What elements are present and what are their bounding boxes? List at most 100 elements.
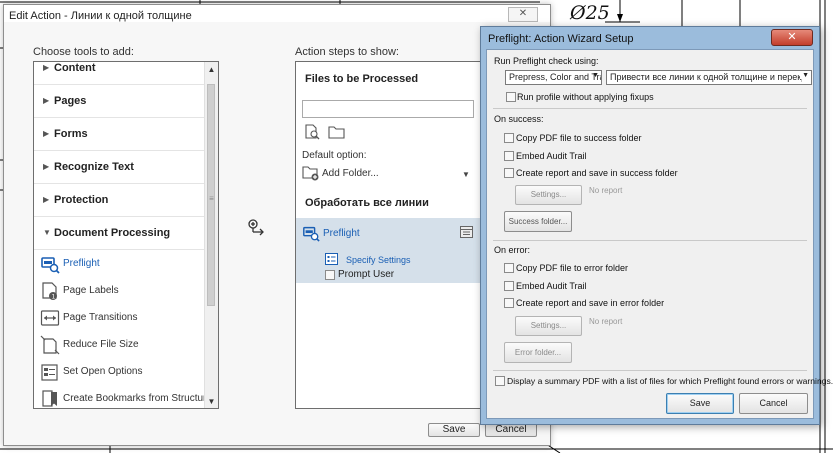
close-button[interactable]: ✕ — [508, 7, 538, 22]
success-audit-label: Embed Audit Trail — [516, 151, 587, 161]
error-no-report-label: No report — [589, 317, 623, 326]
action-step-preflight[interactable]: Preflight Specify Settings Prompt User — [296, 218, 483, 283]
success-report-label: Create report and save in success folder — [516, 168, 678, 178]
category-protection[interactable]: ▶ Protection — [34, 185, 206, 217]
separator — [493, 108, 807, 109]
expand-arrow-icon: ▶ — [43, 96, 50, 105]
tools-scrollbar[interactable]: ▲ ≡ ▼ — [204, 62, 218, 408]
specify-settings-link[interactable]: Specify Settings — [346, 255, 411, 265]
error-copy-checkbox[interactable] — [504, 263, 514, 273]
add-folder-dropdown[interactable]: Add Folder... — [322, 168, 379, 179]
folder-icon[interactable] — [328, 125, 345, 139]
add-folder-icon — [302, 166, 319, 181]
steps-label: Action steps to show: — [295, 46, 399, 58]
cancel-button[interactable]: Cancel — [739, 393, 808, 414]
separator — [493, 240, 807, 241]
error-folder-button[interactable]: Error folder... — [504, 342, 572, 363]
tool-label: Set Open Options — [63, 366, 143, 377]
on-error-label: On error: — [494, 245, 531, 255]
specify-settings-icon — [325, 253, 338, 265]
edit-action-window: Edit Action - Линии к одной толщине ✕ Ch… — [3, 4, 551, 446]
preflight-icon — [303, 226, 320, 242]
collapse-arrow-icon: ▼ — [43, 228, 51, 237]
tools-label: Choose tools to add: — [33, 46, 134, 58]
profile-name-value: Привести все линии к одной толщине и пер… — [610, 72, 802, 82]
error-copy-label: Copy PDF file to error folder — [516, 263, 629, 273]
profile-name-select[interactable]: Привести все линии к одной толщине и пер… — [606, 70, 812, 85]
add-files-icon[interactable] — [304, 124, 320, 140]
error-report-label: Create report and save in error folder — [516, 298, 665, 308]
page-transitions-icon — [40, 310, 60, 326]
expand-arrow-icon: ▶ — [43, 129, 50, 138]
display-summary-checkbox[interactable] — [495, 376, 505, 386]
tool-create-bookmarks[interactable]: Create Bookmarks from Structure — [40, 387, 212, 408]
step-options-icon[interactable] — [460, 226, 473, 238]
page-labels-icon: 1 — [42, 282, 57, 301]
run-without-fixups-label: Run profile without applying fixups — [517, 92, 654, 102]
tool-label: Create Bookmarks from Structure — [63, 393, 212, 404]
dropdown-arrow-icon: ▼ — [592, 72, 599, 79]
default-option-label: Default option: — [302, 150, 367, 161]
save-button[interactable]: Save — [666, 393, 734, 414]
category-label: Content — [54, 62, 96, 74]
error-audit-checkbox[interactable] — [504, 281, 514, 291]
category-pages[interactable]: ▶ Pages — [34, 86, 206, 118]
display-summary-label: Display a summary PDF with a list of fil… — [507, 376, 833, 386]
tool-label: Page Labels — [63, 285, 119, 296]
dropdown-arrow-icon[interactable]: ▼ — [462, 170, 470, 179]
run-without-fixups-checkbox[interactable] — [506, 92, 516, 102]
prompt-user-checkbox[interactable] — [325, 270, 335, 280]
dropdown-arrow-icon: ▼ — [800, 72, 809, 79]
action-step-label: Preflight — [323, 228, 360, 239]
action-steps-list: Files to be Processed Default option: Ad… — [295, 61, 484, 409]
group-title: Обработать все линии — [305, 197, 429, 209]
success-no-report-label: No report — [589, 186, 623, 195]
files-input[interactable] — [302, 100, 474, 118]
success-folder-button[interactable]: Success folder... — [504, 211, 572, 232]
tool-page-labels[interactable]: 1 Page Labels — [40, 279, 206, 305]
scroll-down-icon[interactable]: ▼ — [205, 397, 218, 406]
tool-label: Preflight — [63, 258, 100, 269]
files-to-process-title: Files to be Processed — [305, 73, 419, 85]
close-icon: ✕ — [518, 8, 528, 19]
category-forms[interactable]: ▶ Forms — [34, 119, 206, 151]
cancel-button[interactable]: Cancel — [485, 423, 537, 437]
tool-page-transitions[interactable]: Page Transitions — [40, 306, 206, 332]
svg-text:1: 1 — [52, 294, 56, 301]
tool-set-open-options[interactable]: Set Open Options — [40, 360, 206, 386]
reduce-file-size-icon — [40, 335, 60, 355]
success-settings-button[interactable]: Settings... — [515, 185, 582, 205]
preflight-icon — [41, 257, 60, 274]
preflight-dialog-body: Run Preflight check using: Prepress, Col… — [486, 49, 833, 419]
scroll-up-icon[interactable]: ▲ — [205, 65, 218, 74]
profile-category-value: Prepress, Color and Tran — [509, 72, 602, 82]
profile-category-select[interactable]: Prepress, Color and Tran ▼ — [505, 70, 602, 85]
error-audit-label: Embed Audit Trail — [516, 281, 587, 291]
error-settings-button[interactable]: Settings... — [515, 316, 582, 336]
grip-icon: ≡ — [209, 194, 214, 203]
category-content[interactable]: ▶ Content — [34, 62, 206, 85]
tools-list: ▶ Content ▶ Pages ▶ Forms ▶ Recognize Te… — [33, 61, 219, 409]
on-success-label: On success: — [494, 114, 544, 124]
success-audit-checkbox[interactable] — [504, 151, 514, 161]
success-report-checkbox[interactable] — [504, 168, 514, 178]
tool-reduce-file-size[interactable]: Reduce File Size — [40, 333, 206, 359]
run-preflight-label: Run Preflight check using: — [494, 56, 599, 66]
close-button[interactable]: ✕ — [771, 29, 813, 46]
tool-preflight[interactable]: Preflight — [40, 252, 206, 278]
add-step-arrow-icon[interactable] — [247, 219, 265, 237]
category-recognize-text[interactable]: ▶ Recognize Text — [34, 152, 206, 184]
tool-label: Page Transitions — [63, 312, 138, 323]
error-report-checkbox[interactable] — [504, 298, 514, 308]
success-copy-checkbox[interactable] — [504, 133, 514, 143]
dimension-label: Ø25 — [570, 2, 610, 24]
create-bookmarks-icon — [42, 390, 57, 407]
category-document-processing[interactable]: ▼ Document Processing — [34, 218, 206, 250]
prompt-user-label: Prompt User — [338, 269, 395, 280]
success-copy-label: Copy PDF file to success folder — [516, 133, 642, 143]
category-label: Forms — [54, 128, 88, 140]
separator — [493, 370, 807, 371]
preflight-dialog-title: Preflight: Action Wizard Setup — [488, 33, 634, 45]
expand-arrow-icon: ▶ — [43, 195, 50, 204]
save-button[interactable]: Save — [428, 423, 480, 437]
